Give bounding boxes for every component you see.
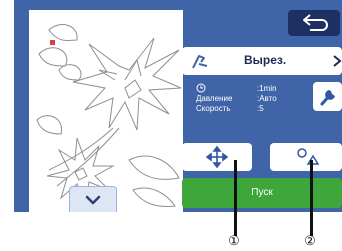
pressure-value: :Авто (257, 94, 277, 103)
speed-value: :5 (257, 104, 264, 113)
callout-number-2: ② (304, 233, 316, 248)
chevron-down-icon (85, 195, 101, 205)
callout-line-1 (234, 160, 237, 236)
cut-mode-button[interactable]: Вырез. (182, 47, 342, 75)
callout-number-1: ① (228, 233, 240, 248)
trial-cut-button[interactable] (270, 143, 342, 171)
start-button-label: Пуск (251, 187, 273, 198)
callout-line-2 (310, 160, 313, 236)
wrench-icon (320, 90, 335, 106)
pattern-preview (29, 10, 183, 212)
pressure-label: Давление (196, 94, 233, 103)
start-point-marker (50, 40, 55, 45)
cutter-blade-icon (192, 55, 208, 69)
settings-button[interactable] (313, 82, 342, 111)
return-arrow-icon (303, 14, 328, 31)
back-button[interactable] (288, 10, 340, 36)
move-position-button[interactable] (182, 143, 252, 171)
trial-shapes-icon (297, 148, 320, 165)
clock-icon (196, 83, 206, 93)
move-arrows-icon (205, 145, 229, 169)
time-value: :1min (257, 84, 277, 93)
speed-label: Скорость (196, 104, 231, 113)
cut-mode-label: Вырез. (244, 53, 287, 67)
start-button[interactable]: Пуск (182, 178, 342, 208)
chevron-right-icon (333, 55, 342, 67)
scroll-down-button[interactable] (69, 186, 117, 212)
